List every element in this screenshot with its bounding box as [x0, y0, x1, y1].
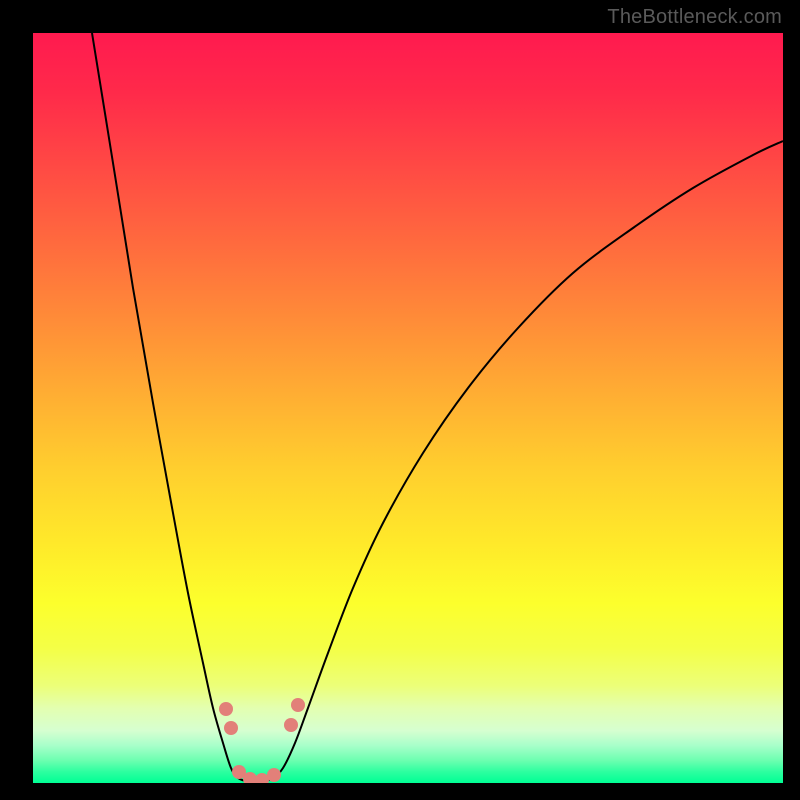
- bottleneck-curve: [92, 33, 783, 781]
- right-dot-2: [291, 698, 305, 712]
- plot-area: [33, 33, 783, 783]
- attribution-text: TheBottleneck.com: [607, 6, 782, 29]
- left-dot-1: [219, 702, 233, 716]
- bottom-dot-3: [255, 773, 269, 783]
- chart-stage: TheBottleneck.com: [0, 0, 800, 800]
- bottom-dot-4: [267, 768, 281, 782]
- right-dot-1: [284, 718, 298, 732]
- left-dot-2: [224, 721, 238, 735]
- curve-layer: [33, 33, 783, 783]
